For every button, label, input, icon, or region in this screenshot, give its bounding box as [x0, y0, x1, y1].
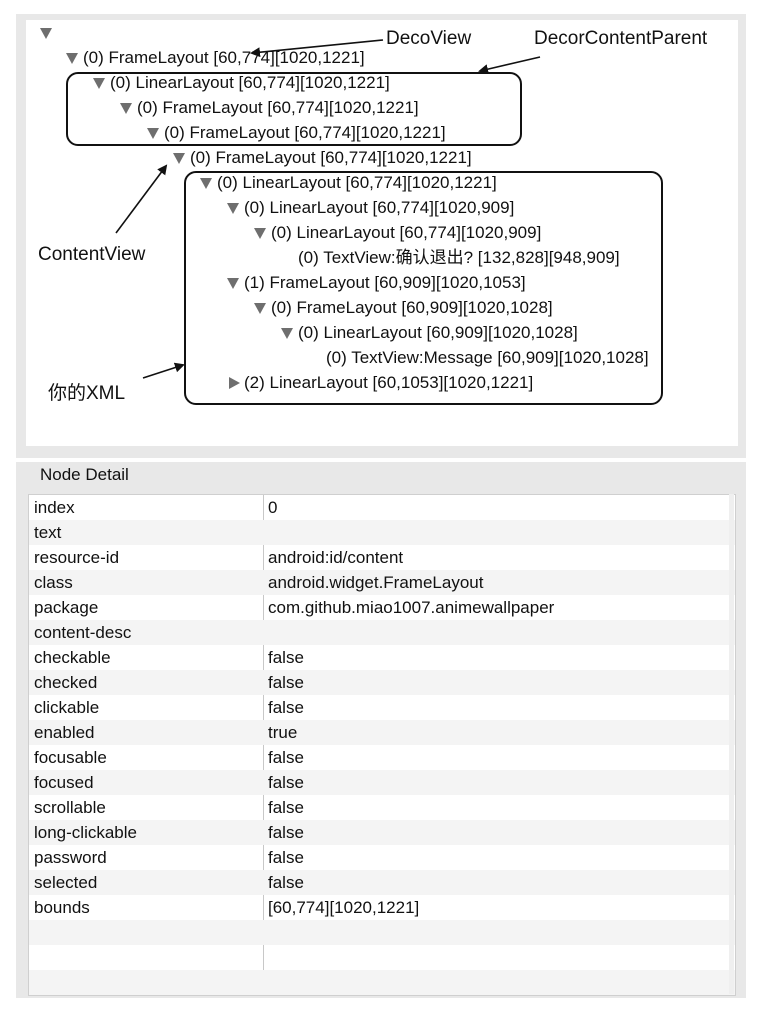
- row-key: resource-id: [34, 548, 120, 567]
- row-value: false: [268, 798, 304, 817]
- contentview-arrow: [115, 164, 168, 234]
- table-row[interactable]: content-desc: [29, 620, 735, 645]
- table-row[interactable]: index 0: [29, 495, 735, 520]
- node-detail-table[interactable]: index 0 text resource-id android:id/cont…: [28, 494, 736, 996]
- table-row[interactable]: clickable false: [29, 695, 735, 720]
- row-key: clickable: [34, 698, 100, 717]
- table-row[interactable]: focusable false: [29, 745, 735, 770]
- decoview-arrow: [250, 39, 384, 58]
- row-key: scrollable: [34, 798, 106, 817]
- row-key: selected: [34, 873, 98, 892]
- row-value: android:id/content: [268, 548, 404, 567]
- row-key: content-desc: [34, 623, 132, 642]
- table-row[interactable]: long-clickable false: [29, 820, 735, 845]
- row-key: index: [34, 498, 75, 517]
- row-key: focused: [34, 773, 94, 792]
- table-row[interactable]: package com.github.miao1007.animewallpap…: [29, 595, 735, 620]
- decor-content-parent-arrow: [478, 56, 541, 75]
- row-value: android.widget.FrameLayout: [268, 573, 484, 592]
- annotation-arrows: [115, 39, 541, 379]
- detail-scrollbar[interactable]: [729, 494, 734, 994]
- empty-row: [29, 945, 735, 970]
- table-row[interactable]: text: [29, 520, 735, 545]
- table-row[interactable]: bounds [60,774][1020,1221]: [29, 895, 735, 920]
- node-detail-header: Node Detail: [40, 465, 129, 484]
- table-row[interactable]: checkable false: [29, 645, 735, 670]
- row-key: password: [34, 848, 107, 867]
- empty-row: [29, 920, 735, 945]
- row-value: false: [268, 773, 304, 792]
- table-row[interactable]: password false: [29, 845, 735, 870]
- row-key: checkable: [34, 648, 111, 667]
- row-key: enabled: [34, 723, 95, 742]
- your-xml-arrow: [142, 362, 185, 379]
- empty-row: [29, 970, 735, 995]
- table-row[interactable]: class android.widget.FrameLayout: [29, 570, 735, 595]
- row-value: 0: [268, 498, 278, 517]
- row-value: false: [268, 848, 304, 867]
- row-value: false: [268, 748, 304, 767]
- table-row[interactable]: resource-id android:id/content: [29, 545, 735, 570]
- row-value: false: [268, 648, 304, 667]
- table-row[interactable]: enabled true: [29, 720, 735, 745]
- row-value: false: [268, 673, 304, 692]
- row-key: package: [34, 598, 99, 617]
- row-key: checked: [34, 673, 98, 692]
- row-key: focusable: [34, 748, 107, 767]
- table-row[interactable]: selected false: [29, 870, 735, 895]
- row-value: false: [268, 698, 304, 717]
- row-key: text: [34, 523, 62, 542]
- row-value: [60,774][1020,1221]: [268, 898, 420, 917]
- row-key: long-clickable: [34, 823, 137, 842]
- row-key: class: [34, 573, 73, 592]
- table-row[interactable]: focused false: [29, 770, 735, 795]
- table-row[interactable]: checked false: [29, 670, 735, 695]
- row-value: false: [268, 873, 304, 892]
- row-value: true: [268, 723, 298, 742]
- row-value: com.github.miao1007.animewallpaper: [268, 598, 555, 617]
- row-key: bounds: [34, 898, 90, 917]
- table-row[interactable]: scrollable false: [29, 795, 735, 820]
- row-value: false: [268, 823, 304, 842]
